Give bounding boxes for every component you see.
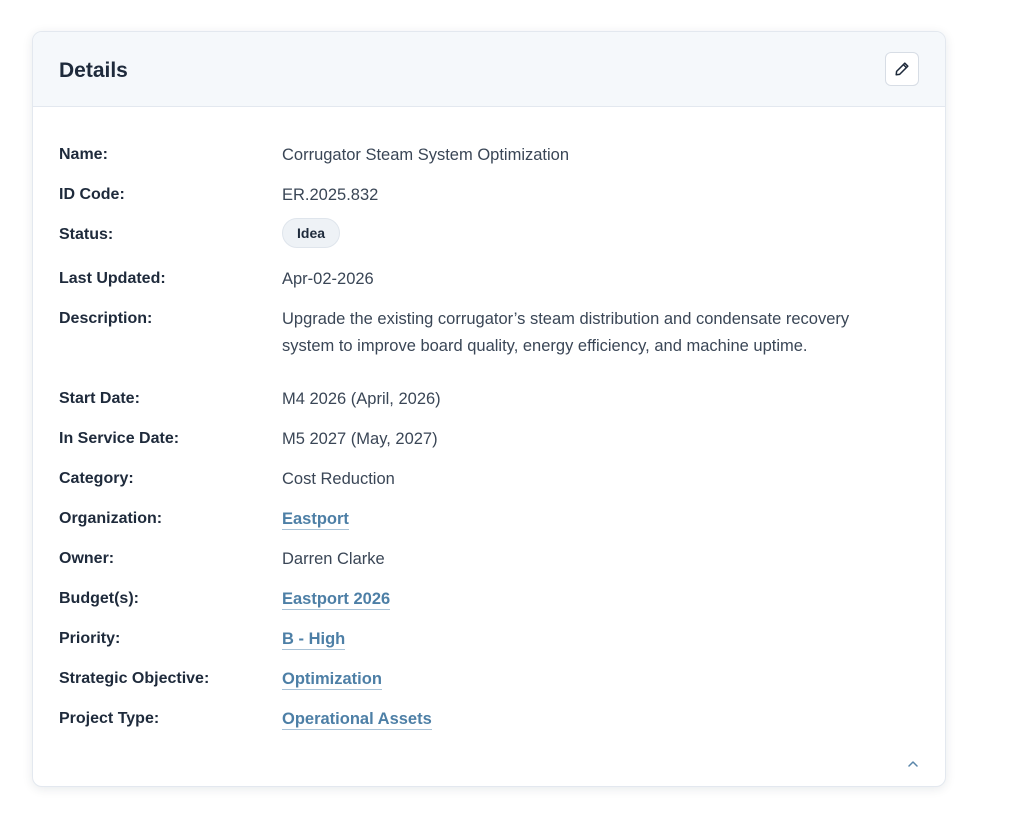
field-label: Strategic Objective: bbox=[59, 670, 210, 687]
field-label: Name: bbox=[59, 146, 108, 163]
field-label: Last Updated: bbox=[59, 270, 166, 287]
card-title: Details bbox=[59, 59, 128, 82]
field-label: Priority: bbox=[59, 630, 121, 647]
strategic-objective-link[interactable]: Optimization bbox=[282, 670, 382, 690]
priority-link[interactable]: B - High bbox=[282, 630, 346, 650]
field-label: ID Code: bbox=[59, 186, 125, 203]
edit-button[interactable] bbox=[885, 52, 919, 86]
name-value: Corrugator Steam System Optimization bbox=[282, 146, 570, 164]
owner-value: Darren Clarke bbox=[282, 550, 385, 568]
budgets-value: Eastport 2026 bbox=[282, 586, 902, 613]
in-service-date-value: M5 2027 (May, 2027) bbox=[282, 430, 438, 448]
status-badge: Idea bbox=[282, 218, 341, 248]
field-label: Category: bbox=[59, 470, 134, 487]
strategic-objective-value: Optimization bbox=[282, 666, 902, 693]
collapse-button[interactable] bbox=[903, 754, 923, 774]
category-value: Cost Reduction bbox=[282, 470, 395, 488]
field-label: In Service Date: bbox=[59, 430, 180, 447]
budget-link[interactable]: Eastport 2026 bbox=[282, 590, 391, 610]
card-header: Details bbox=[33, 32, 945, 107]
id-code-value: ER.2025.832 bbox=[282, 186, 379, 204]
field-label: Budget(s): bbox=[59, 590, 139, 607]
last-updated-value: Apr-02-2026 bbox=[282, 270, 374, 288]
project-type-link[interactable]: Operational Assets bbox=[282, 710, 432, 730]
chevron-up-icon bbox=[907, 755, 919, 773]
organization-value: Eastport bbox=[282, 506, 902, 533]
details-card: Details Name: Corrugator Steam System Op… bbox=[32, 31, 946, 787]
pencil-icon bbox=[894, 61, 910, 77]
description-value: Upgrade the existing corrugator’s steam … bbox=[282, 310, 850, 355]
field-label: Description: bbox=[59, 310, 153, 327]
start-date-value: M4 2026 (April, 2026) bbox=[282, 390, 441, 408]
project-type-value: Operational Assets bbox=[282, 706, 902, 733]
field-label: Owner: bbox=[59, 550, 115, 567]
field-label: Start Date: bbox=[59, 390, 140, 407]
field-label: Organization: bbox=[59, 510, 163, 527]
field-label: Project Type: bbox=[59, 710, 160, 727]
priority-value: B - High bbox=[282, 626, 902, 653]
organization-link[interactable]: Eastport bbox=[282, 510, 349, 530]
field-label: Status: bbox=[59, 226, 114, 243]
